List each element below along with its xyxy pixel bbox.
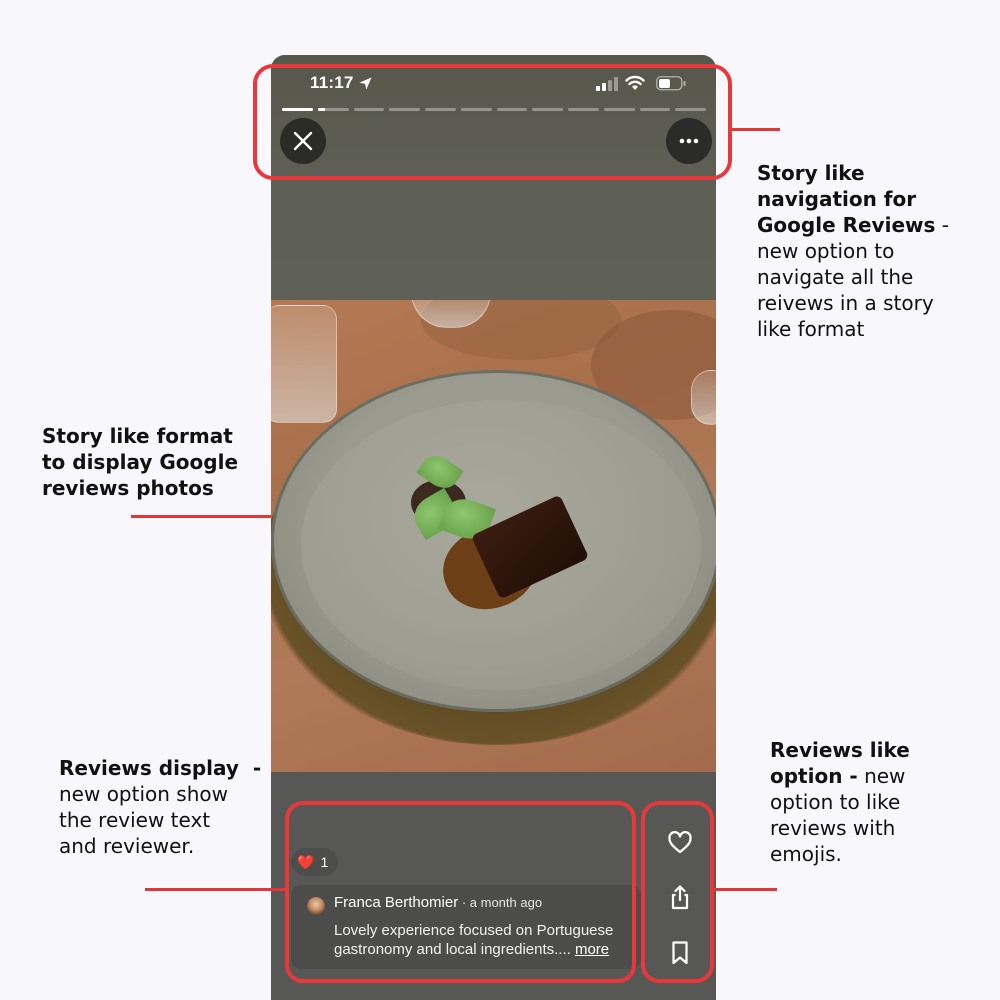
- annotation-dash: -: [238, 756, 262, 780]
- annotation-title: Story like format: [42, 424, 233, 448]
- annotation-title: navigation for: [757, 187, 917, 211]
- annotation-body: like format: [757, 317, 865, 341]
- annotation-title: Reviews like: [770, 738, 910, 762]
- annotation-connector: [714, 888, 777, 891]
- annotation-title: option -: [770, 764, 858, 788]
- annotation-body: the review text: [59, 808, 211, 832]
- annotation-box-like: [641, 801, 714, 983]
- water-glass: [271, 305, 337, 423]
- annotation-dash: -: [935, 213, 949, 237]
- annotation-body: and reviewer.: [59, 834, 195, 858]
- annotation-body: reivews in a story: [757, 291, 934, 315]
- annotation-body: new option show: [59, 782, 228, 806]
- annotation-body: new option to: [757, 239, 895, 263]
- annotation-body: emojis.: [770, 842, 842, 866]
- annotation-navigation: Story like navigation for Google Reviews…: [757, 160, 949, 342]
- glass-edge: [691, 370, 716, 425]
- annotation-connector: [131, 515, 271, 518]
- annotation-title: Reviews display: [59, 756, 239, 780]
- annotation-connector: [732, 128, 780, 131]
- annotation-body: reviews with: [770, 816, 896, 840]
- annotation-like-option: Reviews like option - new option to like…: [770, 737, 910, 867]
- annotation-box-navigation: [253, 64, 732, 180]
- annotation-title: reviews photos: [42, 476, 214, 500]
- annotation-body: option to like: [770, 790, 901, 814]
- review-photo[interactable]: [271, 300, 716, 772]
- annotation-body: new: [857, 764, 906, 788]
- annotation-body: navigate all the: [757, 265, 914, 289]
- annotation-title: to display Google: [42, 450, 239, 474]
- annotation-box-review: [285, 801, 636, 983]
- annotation-title: Story like: [757, 161, 865, 185]
- annotation-title: Google Reviews: [757, 213, 936, 237]
- annotation-connector: [145, 888, 285, 891]
- annotation-reviews-display: Reviews display - new option show the re…: [59, 755, 261, 859]
- annotation-photos: Story like format to display Google revi…: [42, 423, 238, 501]
